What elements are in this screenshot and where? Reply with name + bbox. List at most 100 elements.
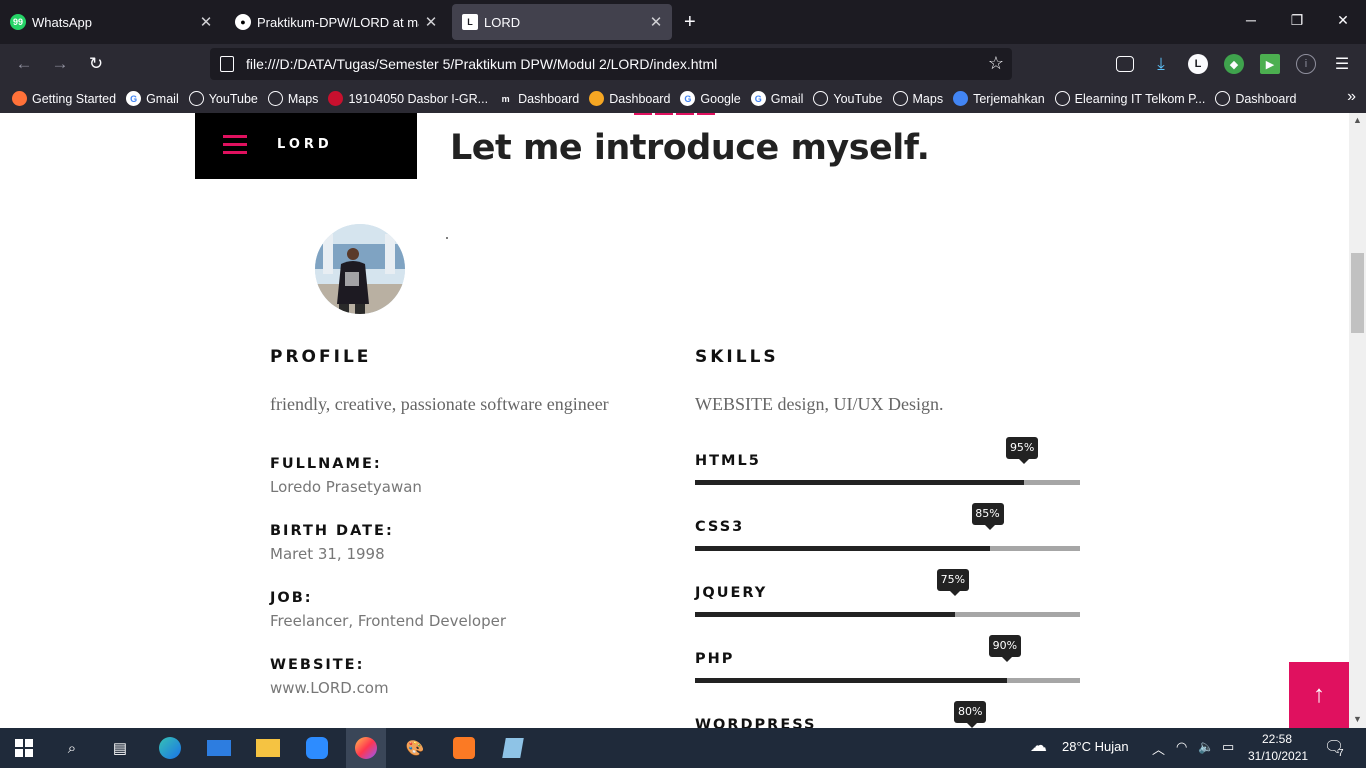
moodle-icon: m: [501, 93, 510, 104]
paint-icon[interactable]: 🎨: [402, 736, 428, 760]
bookmark-item[interactable]: Getting Started: [12, 91, 116, 106]
bookmark-item[interactable]: G Gmail: [750, 91, 803, 106]
restore-button[interactable]: ❐: [1282, 12, 1312, 29]
bookmark-label: Dashboard: [1235, 91, 1297, 106]
wifi-icon[interactable]: ◠: [1176, 739, 1187, 755]
windows-start-icon[interactable]: [11, 736, 37, 760]
bookmark-item[interactable]: m Dashboard: [498, 91, 580, 106]
scroll-down-arrow-icon[interactable]: ▼: [1349, 714, 1366, 728]
info-icon[interactable]: i: [1296, 54, 1316, 74]
bookmark-item[interactable]: YouTube: [813, 91, 883, 106]
weather-icon[interactable]: ☁: [1030, 736, 1047, 756]
tray-chevron-icon[interactable]: ︿: [1152, 739, 1165, 758]
skill-item: HTML5 95%: [695, 437, 1080, 513]
back-button[interactable]: ←: [13, 53, 35, 75]
birthdate-label: BIRTH DATE:: [270, 523, 394, 539]
zoom-icon[interactable]: [304, 736, 330, 760]
bookmarks-overflow-icon[interactable]: »: [1347, 88, 1356, 106]
skill-name: HTML5: [695, 453, 761, 469]
edge-icon[interactable]: [157, 736, 183, 760]
file-explorer-icon[interactable]: [255, 736, 281, 760]
forward-button[interactable]: →: [49, 53, 71, 75]
globe-icon: [1054, 91, 1070, 106]
scroll-up-arrow-icon[interactable]: ▲: [1349, 115, 1366, 129]
bookmark-label: Dashboard: [609, 91, 671, 106]
profile-avatar: [315, 224, 405, 314]
task-view-icon[interactable]: ▤: [107, 736, 133, 760]
bookmark-star-icon[interactable]: ☆: [988, 53, 1004, 74]
skill-item: JQUERY 75%: [695, 569, 1080, 645]
clock-date[interactable]: 31/10/2021: [1248, 749, 1308, 763]
downloads-icon[interactable]: ⤓: [1151, 54, 1171, 74]
app-icon[interactable]: [500, 736, 526, 760]
page-scrollbar[interactable]: ▲ ▼: [1349, 113, 1366, 728]
close-icon[interactable]: ✕: [644, 13, 668, 31]
extension-play-icon[interactable]: ▶: [1260, 54, 1280, 74]
reload-button[interactable]: ↻: [85, 53, 107, 75]
tab-whatsapp[interactable]: 99 WhatsApp ✕: [0, 4, 222, 40]
site-header: LORD: [195, 113, 417, 179]
scroll-thumb[interactable]: [1351, 253, 1364, 333]
weather-text[interactable]: 28°C Hujan: [1062, 739, 1129, 754]
back-to-top-button[interactable]: ↑: [1289, 662, 1349, 728]
job-label: JOB:: [270, 590, 313, 606]
xampp-icon[interactable]: [451, 736, 477, 760]
bookmarks-toolbar: Getting Started G Gmail YouTube Maps 19104050…: [0, 84, 1366, 113]
skills-summary: WEBSITE design, UI/UX Design.: [695, 394, 944, 414]
battery-icon[interactable]: ▭: [1222, 739, 1234, 755]
close-window-button[interactable]: ✕: [1328, 12, 1358, 29]
skill-percent-tooltip: 95%: [1006, 437, 1039, 464]
tab-label: Praktikum-DPW/LORD at main: [257, 14, 419, 30]
search-icon[interactable]: ⌕: [59, 736, 85, 760]
skill-progress-fill: [695, 678, 1007, 683]
page-icon: [220, 56, 234, 72]
bookmark-item[interactable]: Dashboard: [589, 91, 670, 106]
site-logo[interactable]: LORD: [277, 137, 333, 152]
website-value[interactable]: www.LORD.com: [270, 679, 389, 697]
bookmark-item[interactable]: G Google: [680, 91, 741, 106]
address-bar[interactable]: file:///D:/DATA/Tugas/Semester 5/Praktik…: [210, 48, 1012, 80]
bookmark-item[interactable]: 19104050 Dasbor I-GR...: [328, 91, 488, 106]
minimize-button[interactable]: ─: [1236, 12, 1266, 28]
skill-progress-fill: [695, 546, 990, 551]
bookmark-item[interactable]: Elearning IT Telkom P...: [1054, 91, 1205, 106]
web-page: ▬▬▬▬ LORD Let me introduce myself. PROFI…: [0, 113, 1366, 728]
menu-icon[interactable]: ☰: [1332, 54, 1352, 74]
firefox-taskbar-icon[interactable]: [346, 728, 386, 768]
clock-time[interactable]: 22:58: [1262, 732, 1292, 746]
account-icon[interactable]: L: [1188, 54, 1208, 74]
skill-progress-track: [695, 546, 1080, 551]
bookmark-item[interactable]: Maps: [892, 91, 943, 106]
extension-icon[interactable]: ◆: [1224, 54, 1244, 74]
skill-percent-tooltip: 85%: [971, 503, 1004, 530]
nav-toolbar: ← → ↻ file:///D:/DATA/Tugas/Semester 5/P…: [0, 44, 1366, 84]
pocket-icon[interactable]: [1116, 56, 1134, 72]
close-icon[interactable]: ✕: [419, 13, 443, 31]
tab-github[interactable]: ● Praktikum-DPW/LORD at main ✕: [225, 4, 447, 40]
bookmark-item[interactable]: Maps: [267, 91, 318, 106]
globe-icon: [813, 91, 829, 106]
bookmark-item[interactable]: Terjemahkan: [953, 91, 1045, 106]
new-tab-button[interactable]: +: [684, 10, 696, 34]
bookmark-item[interactable]: G Gmail: [126, 91, 179, 106]
website-label: WEBSITE:: [270, 657, 365, 673]
skill-progress-track: [695, 480, 1080, 485]
bookmark-item[interactable]: Dashboard: [1215, 91, 1296, 106]
hamburger-menu-icon[interactable]: [223, 135, 247, 159]
decor-dot: [446, 237, 448, 239]
google-icon: G: [750, 91, 766, 106]
skill-progress-track: [695, 678, 1080, 683]
close-icon[interactable]: ✕: [194, 13, 218, 31]
section-kicker-partial: ▬▬▬▬: [634, 113, 718, 120]
skill-item: CSS3 85%: [695, 503, 1080, 579]
page-headline: Let me introduce myself.: [450, 128, 930, 168]
bookmark-label: Dashboard: [518, 91, 580, 106]
igracias-icon: [328, 91, 344, 106]
volume-icon[interactable]: 🔈: [1198, 739, 1214, 755]
bookmark-label: 19104050 Dasbor I-GR...: [348, 91, 489, 106]
mail-icon[interactable]: [206, 736, 232, 760]
skill-percent-tooltip: 90%: [988, 635, 1021, 662]
bookmark-item[interactable]: YouTube: [188, 91, 258, 106]
google-icon: G: [126, 91, 142, 106]
tab-lord[interactable]: L LORD ✕: [452, 4, 672, 40]
